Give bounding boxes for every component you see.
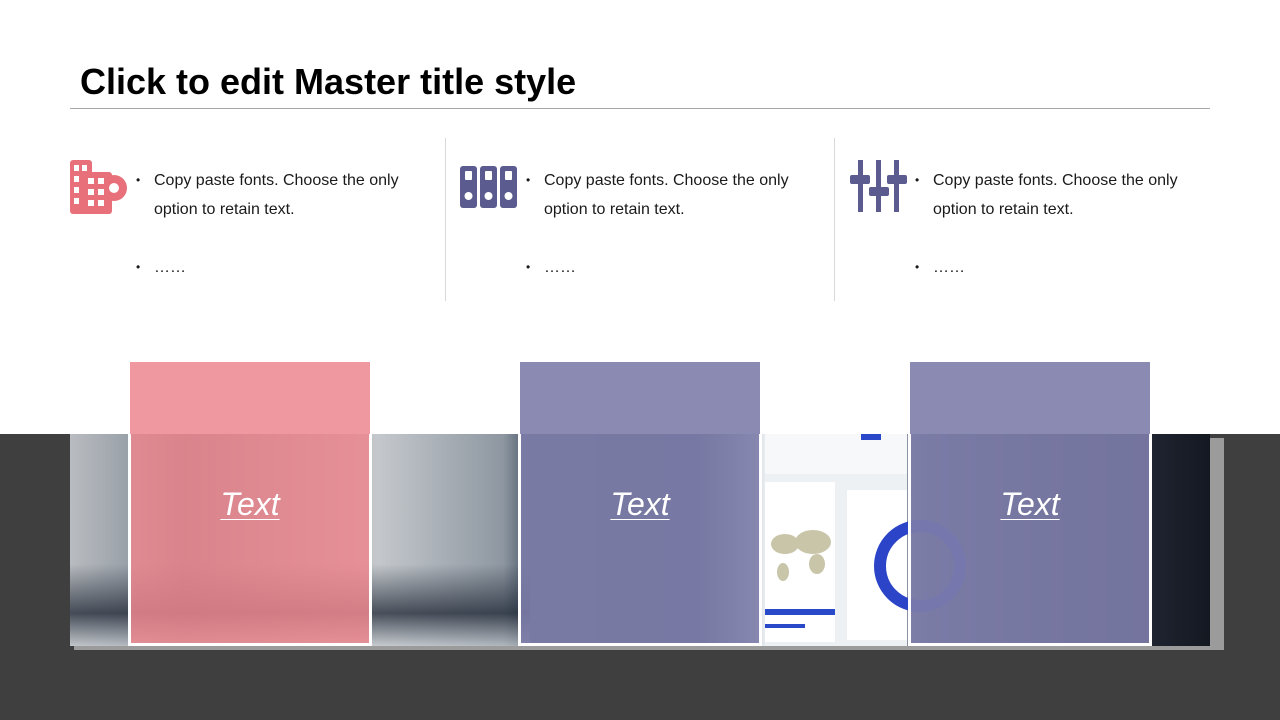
card-1-frame [128, 434, 372, 646]
bullet-item[interactable]: Copy paste fonts. Choose the only option… [136, 166, 411, 224]
bullet-item[interactable]: …… [915, 253, 1190, 282]
card-2-frame [518, 434, 762, 646]
bullet-item[interactable]: …… [526, 253, 801, 282]
bullet-item[interactable]: …… [136, 253, 411, 282]
column-2-bullets: Copy paste fonts. Choose the only option… [526, 166, 801, 282]
equalizer-sliders-icon [850, 160, 907, 212]
binders-icon [460, 166, 517, 208]
card-2-label[interactable]: Text [520, 486, 760, 523]
slide-title[interactable]: Click to edit Master title style [80, 60, 576, 104]
card-3-label[interactable]: Text [910, 486, 1150, 523]
column-separator-1 [445, 138, 446, 301]
card-3-frame [908, 434, 1152, 646]
office-building-gear-icon [70, 160, 127, 214]
column-1-bullets: Copy paste fonts. Choose the only option… [136, 166, 411, 282]
column-separator-2 [834, 138, 835, 301]
card-1-label[interactable]: Text [130, 486, 370, 523]
column-3-bullets: Copy paste fonts. Choose the only option… [915, 166, 1190, 282]
title-divider [70, 108, 1210, 109]
bullet-item[interactable]: Copy paste fonts. Choose the only option… [526, 166, 801, 224]
bullet-item[interactable]: Copy paste fonts. Choose the only option… [915, 166, 1190, 224]
